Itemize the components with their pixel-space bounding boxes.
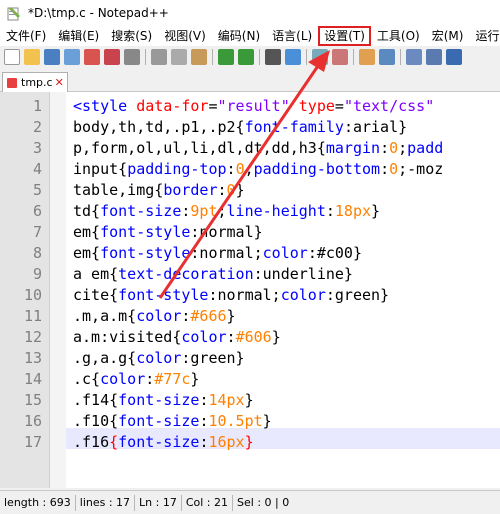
menu-settings[interactable]: 设置(T)	[318, 26, 371, 46]
code-line: <style data-for="result" type="text/css"	[73, 97, 435, 115]
paste-icon[interactable]	[191, 49, 207, 65]
line-number: 5	[32, 181, 42, 199]
editor-area[interactable]: 1 2 3 4 5 6 7 8 9 10 11 12 13 14 15 16 17 <style data-fo…	[0, 92, 500, 488]
tab-tmp-c[interactable]: tmp.c ✕	[2, 72, 68, 92]
code-line: cite{font-style:normal;color:green}	[73, 286, 390, 304]
code-line: a em{text-decoration:underline}	[73, 265, 353, 283]
menu-run[interactable]: 运行(R)	[469, 26, 500, 46]
print-icon[interactable]	[124, 49, 140, 65]
status-selection: Sel : 0 | 0	[237, 495, 290, 509]
toolbar-separator	[306, 49, 307, 65]
toolbar-separator	[400, 49, 401, 65]
find-icon[interactable]	[265, 49, 281, 65]
fold-margin	[50, 92, 66, 488]
line-number: 3	[32, 139, 42, 157]
line-number: 8	[32, 244, 42, 262]
code-line: p,form,ol,ul,li,dl,dt,dd,h3{margin:0;pad…	[73, 139, 444, 157]
menu-language[interactable]: 语言(L)	[266, 26, 318, 46]
code-line: .g,a.g{color:green}	[73, 349, 245, 367]
show-all-chars-icon[interactable]	[426, 49, 442, 65]
word-wrap-icon[interactable]	[406, 49, 422, 65]
close-all-icon[interactable]	[104, 49, 120, 65]
status-bar: length : 693 lines : 17 Ln : 17 Col : 21…	[0, 490, 500, 514]
new-file-icon[interactable]	[4, 49, 20, 65]
tab-label: tmp.c	[21, 76, 53, 89]
menu-search[interactable]: 搜索(S)	[105, 26, 158, 46]
code-line: em{font-style:normal;color:#c00}	[73, 244, 362, 262]
line-number: 15	[23, 391, 42, 409]
zoom-in-icon[interactable]	[312, 49, 328, 65]
menu-file[interactable]: 文件(F)	[0, 26, 52, 46]
line-number: 7	[32, 223, 42, 241]
line-number: 2	[32, 118, 42, 136]
indent-guide-icon[interactable]	[446, 49, 462, 65]
toolbar-separator	[353, 49, 354, 65]
save-all-icon[interactable]	[64, 49, 80, 65]
notepad-plus-plus-icon	[6, 5, 22, 21]
cut-icon[interactable]	[151, 49, 167, 65]
code-line: .f10{font-size:10.5pt}	[73, 412, 272, 430]
status-line-number: Ln : 17	[135, 494, 182, 511]
code-line: .f16{font-size:16px}	[73, 433, 254, 451]
code-line: body,th,td,.p1,.p2{font-family:arial}	[73, 118, 408, 136]
status-length: length : 693	[0, 494, 76, 511]
line-number: 14	[23, 370, 42, 388]
title-bar: *D:\tmp.c - Notepad++	[0, 0, 500, 26]
menu-edit[interactable]: 编辑(E)	[52, 26, 105, 46]
code-line: .f14{font-size:14px}	[73, 391, 254, 409]
line-number: 11	[23, 307, 42, 325]
zoom-out-icon[interactable]	[332, 49, 348, 65]
toolbar-separator	[145, 49, 146, 65]
menu-view[interactable]: 视图(V)	[158, 26, 212, 46]
line-number: 10	[23, 286, 42, 304]
copy-icon[interactable]	[171, 49, 187, 65]
open-file-icon[interactable]	[24, 49, 40, 65]
status-column: Col : 21	[182, 494, 234, 511]
replace-icon[interactable]	[285, 49, 301, 65]
line-number: 6	[32, 202, 42, 220]
save-icon[interactable]	[44, 49, 60, 65]
line-number: 16	[23, 412, 42, 430]
line-number: 4	[32, 160, 42, 178]
code-line: .m,a.m{color:#666}	[73, 307, 236, 325]
code-line: table,img{border:0}	[73, 181, 245, 199]
menu-tools[interactable]: 工具(O)	[371, 26, 426, 46]
line-number: 17	[23, 433, 42, 451]
redo-icon[interactable]	[238, 49, 254, 65]
menu-bar: 文件(F) 编辑(E) 搜索(S) 视图(V) 编码(N) 语言(L) 设置(T…	[0, 26, 500, 46]
code-line: td{font-size:9pt;line-height:18px}	[73, 202, 381, 220]
close-file-icon[interactable]	[84, 49, 100, 65]
line-number: 9	[32, 265, 42, 283]
code-line: input{padding-top:0;padding-bottom:0;-mo…	[73, 160, 444, 178]
menu-macro[interactable]: 宏(M)	[426, 26, 470, 46]
line-number: 12	[23, 328, 42, 346]
undo-icon[interactable]	[218, 49, 234, 65]
menu-encoding[interactable]: 编码(N)	[212, 26, 266, 46]
window-title: *D:\tmp.c - Notepad++	[28, 6, 169, 20]
close-tab-icon[interactable]: ✕	[55, 76, 64, 89]
unsaved-file-icon	[7, 77, 17, 88]
code-line: em{font-style:normal}	[73, 223, 263, 241]
code-line: .c{color:#77c}	[73, 370, 200, 388]
toolbar-separator	[212, 49, 213, 65]
code-line: a.m:visited{color:#606}	[73, 328, 281, 346]
line-number: 1	[32, 97, 42, 115]
sync-scroll-icon[interactable]	[359, 49, 375, 65]
toolbar-separator	[259, 49, 260, 65]
status-lines: lines : 17	[76, 494, 136, 511]
toolbar	[0, 46, 500, 68]
tab-bar: tmp.c ✕	[0, 68, 500, 92]
sync-horizontal-icon[interactable]	[379, 49, 395, 65]
line-number: 13	[23, 349, 42, 367]
